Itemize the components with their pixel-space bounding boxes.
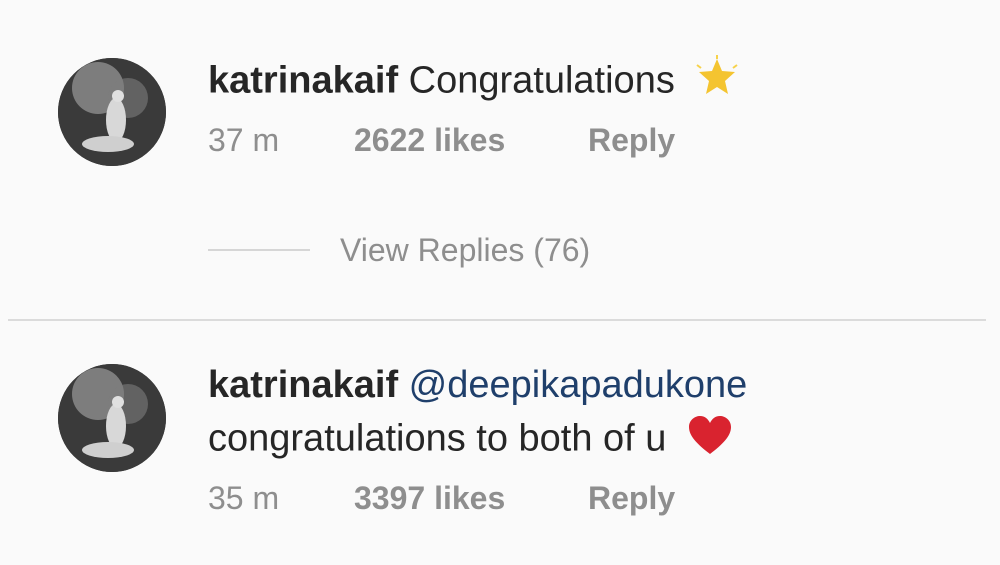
username-link[interactable]: katrinakaif xyxy=(208,364,398,406)
mention-link[interactable]: @deepikapadukone xyxy=(409,364,748,406)
avatar-photo xyxy=(58,58,166,166)
avatar[interactable] xyxy=(58,58,166,166)
view-replies-button[interactable]: View Replies (76) xyxy=(208,230,590,270)
avatar[interactable] xyxy=(58,364,166,472)
likes-count[interactable]: 3397 likes xyxy=(354,480,588,517)
replies-divider-line xyxy=(208,249,310,251)
heart-emoji-icon xyxy=(687,414,733,467)
comment-time: 35 m xyxy=(208,480,280,516)
view-replies-label: View Replies (76) xyxy=(340,231,591,268)
star-emoji-icon xyxy=(695,55,739,110)
comment-divider xyxy=(8,319,986,321)
avatar-photo xyxy=(58,364,166,472)
comment-text: Congratulations xyxy=(408,59,675,102)
likes-count[interactable]: 2622 likes xyxy=(354,122,588,159)
comment-text: congratulations to both of u xyxy=(208,417,667,460)
reply-button[interactable]: Reply xyxy=(588,480,675,517)
reply-button[interactable]: Reply xyxy=(588,122,675,159)
comment-time: 37 m xyxy=(208,122,280,158)
username-link[interactable]: katrinakaif xyxy=(208,60,398,102)
